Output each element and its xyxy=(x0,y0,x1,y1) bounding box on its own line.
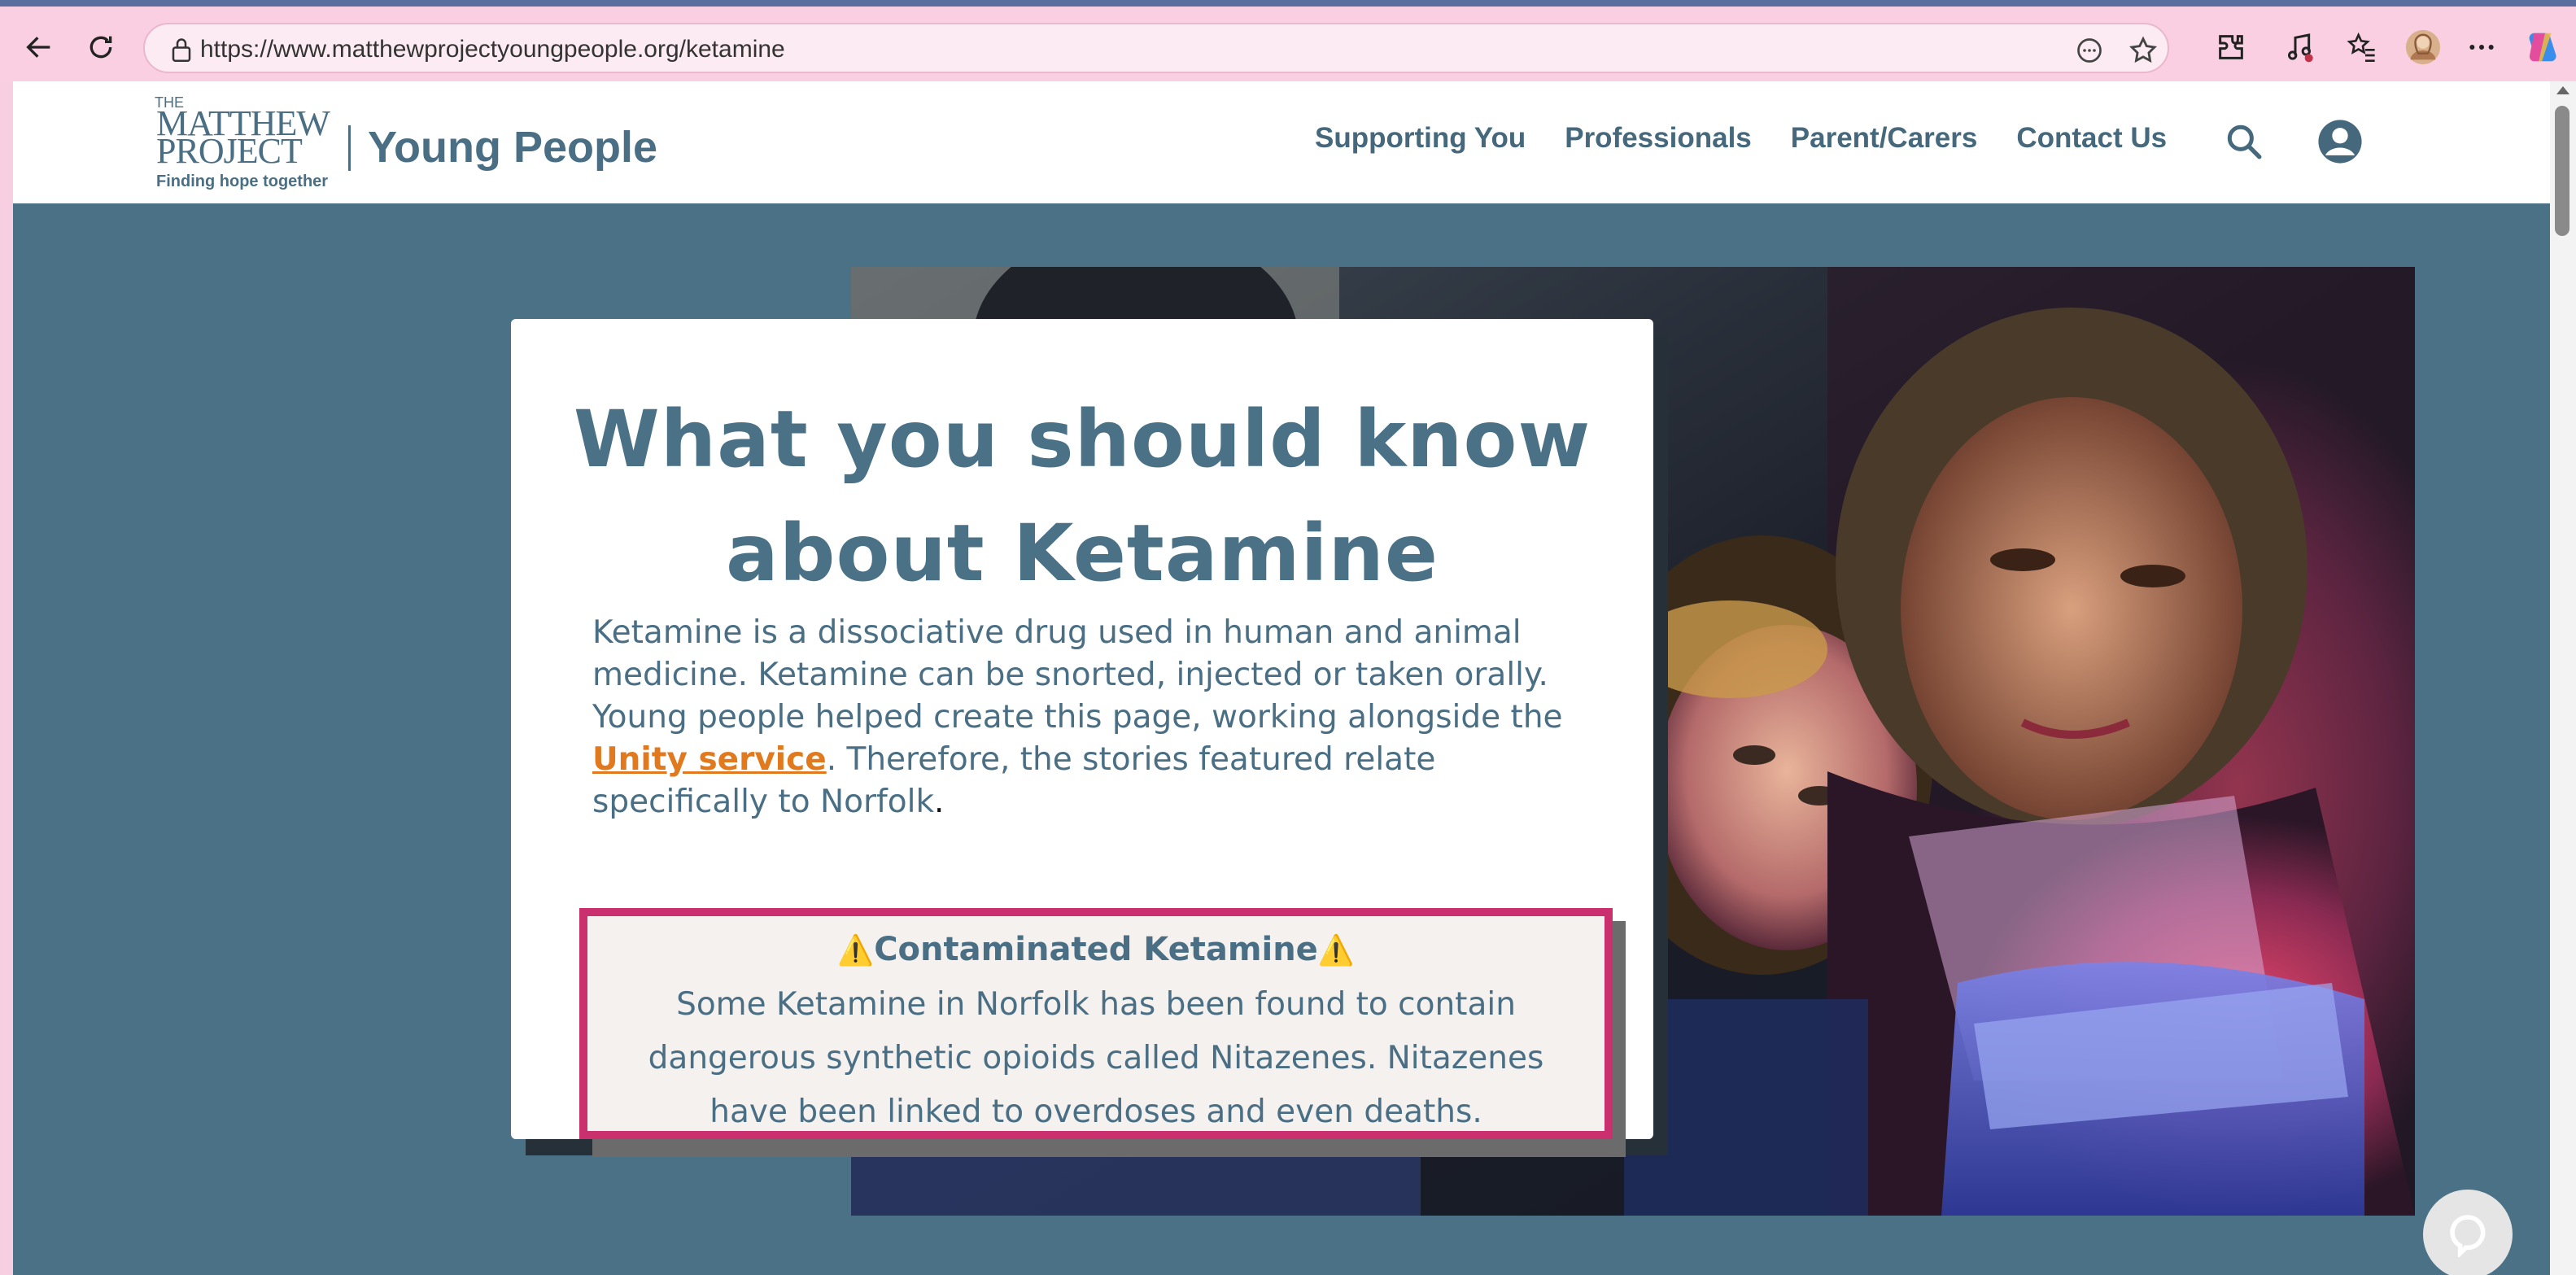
star-icon[interactable] xyxy=(2127,34,2159,67)
logo-project: PROJECT xyxy=(156,131,303,171)
scrollbar[interactable] xyxy=(2550,81,2576,1275)
warning-body: Some Ketamine in Norfolk has been found … xyxy=(648,986,1544,1130)
nav-professionals[interactable]: Professionals xyxy=(1565,122,1752,163)
scroll-up-icon[interactable] xyxy=(2556,86,2569,94)
refresh-icon[interactable] xyxy=(78,24,124,70)
page-viewport: THE MATTHEW PROJECT Finding hope togethe… xyxy=(13,81,2550,1275)
browser-toolbar: https://www.matthewprojectyoungpeople.or… xyxy=(0,0,2576,81)
account-icon[interactable] xyxy=(2316,117,2364,166)
chat-icon[interactable] xyxy=(2423,1190,2513,1275)
nav-contact-us[interactable]: Contact Us xyxy=(2016,122,2167,163)
more-icon[interactable] xyxy=(2460,26,2503,68)
music-icon[interactable] xyxy=(2278,26,2321,68)
intro-paragraph: Ketamine is a dissociative drug used in … xyxy=(592,612,1601,823)
warning-icon: ⚠️ xyxy=(837,934,875,967)
site-logo[interactable]: THE MATTHEW PROJECT Finding hope togethe… xyxy=(155,94,657,192)
warning-title: ⚠️Contaminated Ketamine⚠️ xyxy=(587,931,1605,968)
title-line-1: What you should know xyxy=(573,394,1591,485)
profile-avatar[interactable] xyxy=(2402,26,2444,68)
site-header: THE MATTHEW PROJECT Finding hope togethe… xyxy=(13,81,2550,203)
nav-parent-carers[interactable]: Parent/Carers xyxy=(1791,122,1978,163)
warning-box: ⚠️Contaminated Ketamine⚠️ Some Ketamine … xyxy=(579,908,1613,1139)
lock-icon[interactable] xyxy=(169,36,194,63)
logo-divider xyxy=(348,125,351,171)
main-nav: Supporting You Professionals Parent/Care… xyxy=(1315,122,2167,163)
warning-icon: ⚠️ xyxy=(1317,934,1355,967)
url-text[interactable]: https://www.matthewprojectyoungpeople.or… xyxy=(200,36,785,63)
intro-text-1: Ketamine is a dissociative drug used in … xyxy=(592,614,1563,736)
reader-icon[interactable] xyxy=(2073,34,2106,67)
site-name: Young People xyxy=(368,123,658,172)
title-line-2: about Ketamine xyxy=(726,508,1439,599)
nav-supporting-you[interactable]: Supporting You xyxy=(1315,122,1526,163)
logo-tagline: Finding hope together xyxy=(156,172,329,190)
intro-period: . xyxy=(934,784,945,820)
page-title: What you should know about Ketamine xyxy=(560,382,1605,610)
copilot-icon[interactable] xyxy=(2522,26,2565,68)
address-bar[interactable]: https://www.matthewprojectyoungpeople.or… xyxy=(143,23,2169,73)
content-card: What you should know about Ketamine Keta… xyxy=(511,319,1653,1157)
scrollbar-thumb[interactable] xyxy=(2555,106,2569,236)
extensions-icon[interactable] xyxy=(2210,26,2252,68)
favorites-icon[interactable] xyxy=(2340,26,2382,68)
back-icon[interactable] xyxy=(16,24,62,70)
warning-title-text: Contaminated Ketamine xyxy=(874,931,1318,968)
search-icon[interactable] xyxy=(2220,117,2268,166)
unity-service-link[interactable]: Unity service xyxy=(592,741,827,778)
